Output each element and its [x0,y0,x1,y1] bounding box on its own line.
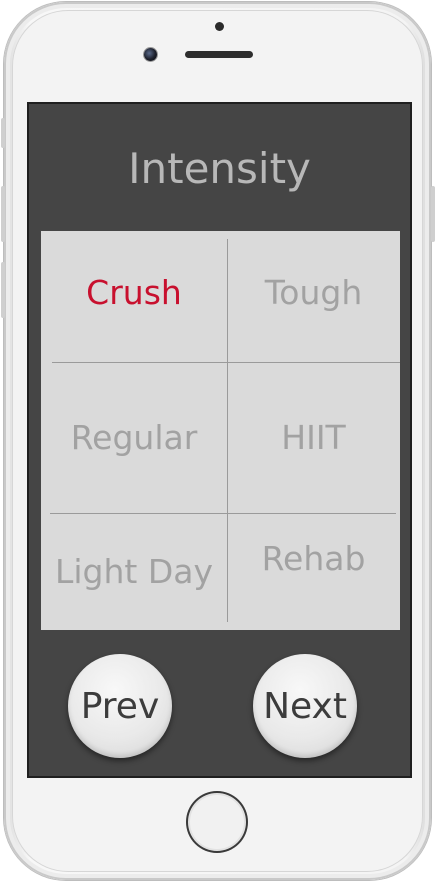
grid-divider [227,239,228,622]
option-crush[interactable]: Crush [41,231,227,354]
mute-switch [1,118,5,148]
option-tough[interactable]: Tough [227,231,400,354]
prev-button[interactable]: Prev [68,654,172,758]
stage: Intensity Crush Tough Regular HIIT Light… [0,0,436,885]
volume-down-button [1,262,5,318]
grid-divider [52,362,400,363]
front-camera-icon [144,48,157,61]
option-label: Light Day [54,552,213,591]
next-button[interactable]: Next [253,654,357,758]
option-rehab[interactable]: Rehab [227,513,400,604]
power-button [431,186,435,242]
proximity-sensor [215,22,224,31]
earpiece-speaker [185,51,253,58]
page-title: Intensity [128,144,311,193]
option-label: Regular [70,418,198,457]
option-label: Rehab [261,539,366,578]
home-button[interactable] [186,791,248,853]
option-hiit[interactable]: HIIT [227,362,400,513]
option-label: HIIT [281,418,346,457]
app-screen: Intensity Crush Tough Regular HIIT Light… [29,104,410,776]
volume-up-button [1,186,5,242]
intensity-options-grid: Crush Tough Regular HIIT Light Day Rehab [41,231,400,630]
option-regular[interactable]: Regular [41,362,227,513]
option-label: Tough [264,273,363,312]
option-label: Crush [86,273,182,312]
grid-divider [50,513,396,514]
option-light-day[interactable]: Light Day [41,513,227,630]
